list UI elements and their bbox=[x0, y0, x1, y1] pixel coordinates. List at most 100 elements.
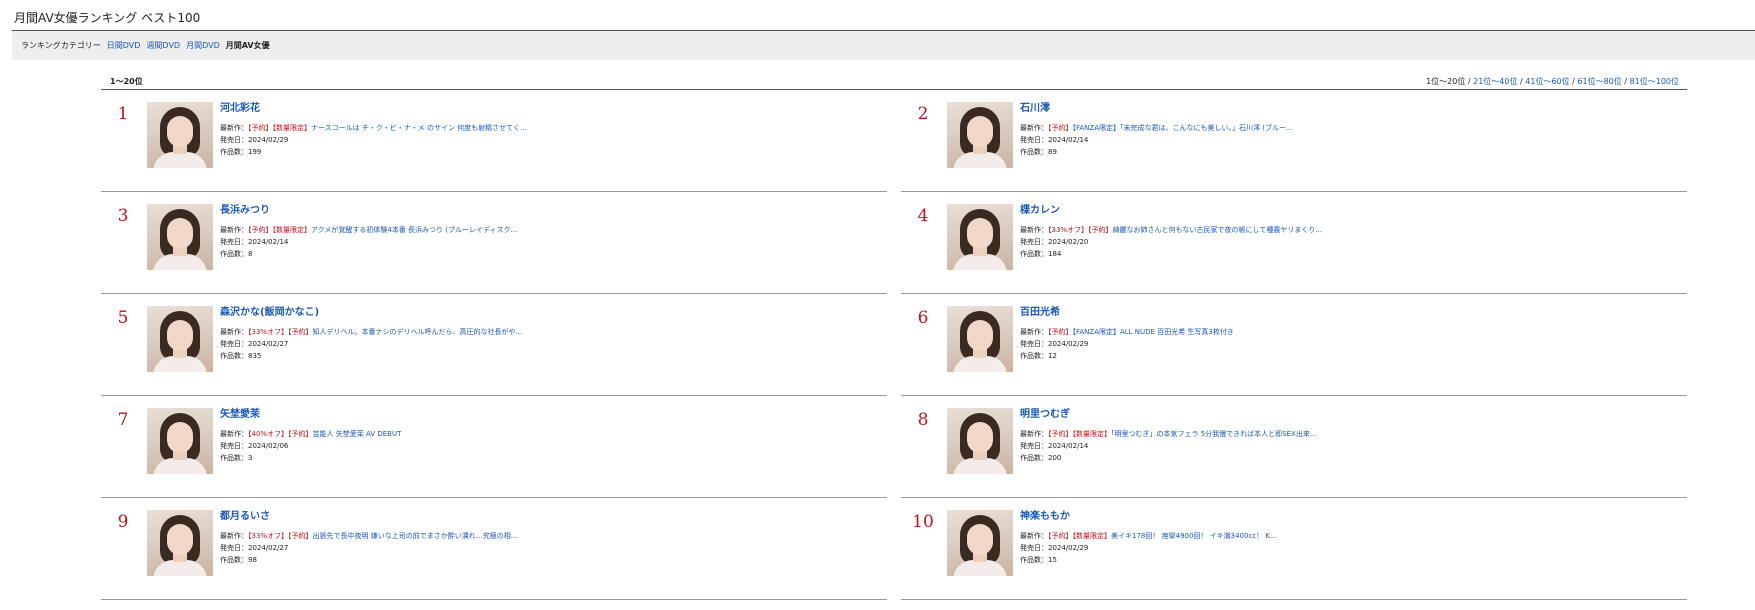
latest-work-line: 最新作：【予約】【FANZA限定】「未完成な君は、こんなにも美しい。」石川澪 (… bbox=[1020, 122, 1293, 134]
latest-work-tags[interactable]: 【予約】【数量限定】 bbox=[248, 124, 311, 132]
actress-photo[interactable] bbox=[947, 510, 1013, 576]
photo-face-shape bbox=[967, 422, 993, 453]
rank-number: 10 bbox=[912, 512, 934, 532]
release-date: 2024/02/27 bbox=[248, 340, 289, 348]
rank-number: 6 bbox=[917, 308, 929, 328]
rank-number: 1 bbox=[117, 104, 129, 124]
latest-label: 最新作： bbox=[220, 532, 248, 540]
latest-work-tags[interactable]: 【予約】【数量限定】 bbox=[1048, 532, 1111, 540]
pager-link-41-60[interactable]: 41位～60位 bbox=[1525, 77, 1569, 86]
latest-work-line: 最新作：【予約】【FANZA限定】ALL NUDE 百田光希 生写真3枚付き bbox=[1020, 326, 1234, 338]
latest-work-line: 最新作：【33%オフ】【予約】綺麗なお姉さんと何もない古民家で夜の帳にして種農ヤ… bbox=[1020, 224, 1322, 236]
work-count-line: 作品数：12 bbox=[1020, 350, 1234, 362]
release-date-line: 発売日：2024/02/14 bbox=[220, 236, 517, 248]
latest-label: 最新作： bbox=[1020, 430, 1048, 438]
entry-info: 明里つむぎ最新作：【予約】【数量限定】「明里つむぎ」の本気フェラ 5分我慢できれ… bbox=[1020, 408, 1317, 464]
photo-body-shape bbox=[953, 254, 1007, 270]
category-link-weekly-dvd[interactable]: 週間DVD bbox=[146, 40, 180, 51]
actress-name-link[interactable]: 石川澪 bbox=[1020, 102, 1293, 116]
latest-work-link[interactable]: 知人デリヘル。本番ナシのデリヘル呼んだら、高圧的な社長がや... bbox=[313, 328, 523, 336]
work-count: 200 bbox=[1048, 454, 1062, 462]
release-date-line: 発売日：2024/02/29 bbox=[220, 134, 527, 146]
latest-work-link[interactable]: 芸能人 矢埜愛茉 AV DEBUT bbox=[313, 430, 402, 438]
entry-info: 矢埜愛茉 最新作：【40%オフ】【予約】芸能人 矢埜愛茉 AV DEBUT 発売日：… bbox=[220, 408, 401, 464]
latest-work-tags[interactable]: 【予約】【数量限定】 bbox=[248, 226, 311, 234]
latest-work-tags[interactable]: 【33%オフ】【予約】 bbox=[248, 532, 313, 540]
ranking-entry: 10 神楽ももか最新作：【予約】【数量限定】美イキ178回！ 痙攣4900回！ イ… bbox=[901, 498, 1687, 600]
latest-label: 最新作： bbox=[220, 328, 248, 336]
entry-info: 楪カレン最新作：【33%オフ】【予約】綺麗なお姉さんと何もない古民家で夜の帳にし… bbox=[1020, 204, 1322, 260]
rank-number: 4 bbox=[917, 206, 929, 226]
latest-work-tags[interactable]: 【40%オフ】【予約】 bbox=[248, 430, 313, 438]
category-link-monthly-dvd[interactable]: 月間DVD bbox=[186, 40, 220, 51]
latest-work-link[interactable]: ナースコールは チ・ク・ビ・ナ・メ のサイン 何度も射精させてく... bbox=[311, 124, 527, 132]
actress-name-link[interactable]: 河北彩花 bbox=[220, 102, 527, 116]
work-count-line: 作品数：200 bbox=[1020, 452, 1317, 464]
actress-photo[interactable] bbox=[947, 204, 1013, 270]
work-count: 8 bbox=[248, 250, 253, 258]
release-label: 発売日： bbox=[1020, 442, 1048, 450]
latest-work-line: 最新作：【予約】【数量限定】アクメが覚醒する初体験4本番 長浜みつり (ブルーレ… bbox=[220, 224, 517, 236]
release-label: 発売日： bbox=[1020, 238, 1048, 246]
latest-label: 最新作： bbox=[220, 226, 248, 234]
actress-photo[interactable] bbox=[147, 204, 213, 270]
actress-name-link[interactable]: 森沢かな(飯岡かなこ) bbox=[220, 306, 522, 320]
latest-work-tags[interactable]: 【予約】【数量限定】 bbox=[1048, 430, 1111, 438]
work-count: 15 bbox=[1048, 556, 1057, 564]
rank-number: 5 bbox=[117, 308, 129, 328]
latest-work-link[interactable]: 【FANZA限定】「未完成な君は、こんなにも美しい。」石川澪 (ブルー... bbox=[1073, 124, 1293, 132]
work-count: 3 bbox=[248, 454, 253, 462]
photo-body-shape bbox=[953, 152, 1007, 168]
photo-face-shape bbox=[967, 218, 993, 249]
actress-photo[interactable] bbox=[947, 102, 1013, 168]
latest-work-link[interactable]: アクメが覚醒する初体験4本番 長浜みつり (ブルーレイディスク... bbox=[311, 226, 517, 234]
actress-photo[interactable] bbox=[147, 510, 213, 576]
work-count: 98 bbox=[248, 556, 257, 564]
latest-work-link[interactable]: 出張先で長中夜明 嫌いな上司の前でまさか酔い潰れ…究極の相... bbox=[313, 532, 518, 540]
count-label: 作品数： bbox=[1020, 148, 1048, 156]
latest-work-tags[interactable]: 【予約】 bbox=[1048, 328, 1073, 336]
actress-name-link[interactable]: 長浜みつり bbox=[220, 204, 517, 218]
latest-work-link[interactable]: 綺麗なお姉さんと何もない古民家で夜の帳にして種農ヤリまくり... bbox=[1113, 226, 1322, 234]
category-link-daily-dvd[interactable]: 日間DVD bbox=[107, 40, 141, 51]
latest-label: 最新作： bbox=[220, 430, 248, 438]
latest-work-line: 最新作：【33%オフ】【予約】知人デリヘル。本番ナシのデリヘル呼んだら、高圧的な… bbox=[220, 326, 522, 338]
latest-work-line: 最新作：【予約】【数量限定】美イキ178回！ 痙攣4900回！ イキ潮3400c… bbox=[1020, 530, 1277, 542]
entry-info: 神楽ももか最新作：【予約】【数量限定】美イキ178回！ 痙攣4900回！ イキ潮… bbox=[1020, 510, 1277, 566]
actress-photo[interactable] bbox=[947, 306, 1013, 372]
release-date: 2024/02/14 bbox=[1048, 136, 1089, 144]
pager-link-61-80[interactable]: 61位～80位 bbox=[1577, 77, 1621, 86]
actress-name-link[interactable]: 楪カレン bbox=[1020, 204, 1322, 218]
actress-name-link[interactable]: 明里つむぎ bbox=[1020, 408, 1317, 422]
ranking-entry: 9 都月るいさ 最新作：【33%オフ】【予約】出張先で長中夜明 嫌いな上司の前でまさ… bbox=[101, 498, 887, 600]
actress-photo[interactable] bbox=[147, 102, 213, 168]
ranking-entry: 1 河北彩花 最新作：【予約】【数量限定】ナースコールは チ・ク・ビ・ナ・メ のサイ… bbox=[101, 90, 887, 192]
pager-link-81-100[interactable]: 81位～100位 bbox=[1630, 77, 1679, 86]
ranking-entry: 8 明里つむぎ 最新作：【予約】【数量限定】「明里つむぎ」の本気フェラ 5分我慢でき… bbox=[901, 396, 1687, 498]
count-label: 作品数： bbox=[1020, 250, 1048, 258]
latest-work-tags[interactable]: 【33%オフ】【予約】 bbox=[1048, 226, 1113, 234]
release-date: 2024/02/14 bbox=[248, 238, 289, 246]
actress-photo[interactable] bbox=[147, 306, 213, 372]
actress-name-link[interactable]: 都月るいさ bbox=[220, 510, 517, 524]
work-count-line: 作品数：184 bbox=[1020, 248, 1322, 260]
latest-work-tags[interactable]: 【33%オフ】【予約】 bbox=[248, 328, 313, 336]
actress-name-link[interactable]: 神楽ももか bbox=[1020, 510, 1277, 524]
actress-name-link[interactable]: 矢埜愛茉 bbox=[220, 408, 401, 422]
ranking-row: 1 河北彩花 最新作：【予約】【数量限定】ナースコールは チ・ク・ビ・ナ・メ のサイ… bbox=[101, 90, 1687, 192]
latest-work-link[interactable]: 「明里つむぎ」の本気フェラ 5分我慢できれば本人と即SEX出来... bbox=[1111, 430, 1317, 438]
photo-body-shape bbox=[153, 254, 207, 270]
release-date-line: 発売日：2024/02/14 bbox=[1020, 134, 1293, 146]
actress-photo[interactable] bbox=[947, 408, 1013, 474]
latest-work-link[interactable]: 【FANZA限定】ALL NUDE 百田光希 生写真3枚付き bbox=[1073, 328, 1234, 336]
ranking-entry: 7 矢埜愛茉 最新作：【40%オフ】【予約】芸能人 矢埜愛茉 AV DEBUT 発売日… bbox=[101, 396, 887, 498]
actress-name-link[interactable]: 百田光希 bbox=[1020, 306, 1234, 320]
actress-photo[interactable] bbox=[147, 408, 213, 474]
latest-work-link[interactable]: 美イキ178回！ 痙攣4900回！ イキ潮3400cc！ K... bbox=[1111, 532, 1277, 540]
pager-link-21-40[interactable]: 21位～40位 bbox=[1473, 77, 1517, 86]
ranking-row: 7 矢埜愛茉 最新作：【40%オフ】【予約】芸能人 矢埜愛茉 AV DEBUT 発売日… bbox=[101, 396, 1687, 498]
entry-info: 河北彩花 最新作：【予約】【数量限定】ナースコールは チ・ク・ビ・ナ・メ のサイン… bbox=[220, 102, 527, 158]
photo-body-shape bbox=[953, 458, 1007, 474]
latest-work-tags[interactable]: 【予約】 bbox=[1048, 124, 1073, 132]
release-label: 発売日： bbox=[220, 544, 248, 552]
